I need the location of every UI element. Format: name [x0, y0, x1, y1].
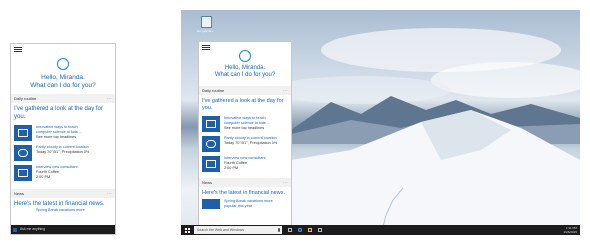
microphone-icon[interactable] — [278, 228, 280, 232]
section-daily-routine: Daily routine ... — [11, 94, 115, 103]
news-item[interactable]: Spring Break vacations more — [36, 208, 115, 213]
hamburger-icon[interactable] — [14, 47, 22, 52]
section-daily-routine: Daily routine ... — [199, 86, 291, 95]
greeting: Hello, Miranda. What can I do for you? — [199, 65, 291, 79]
list-item[interactable]: Partly cloudy in current location Today … — [11, 143, 115, 163]
look-line: I've gathered a look at the day for you. — [14, 106, 103, 120]
store-icon[interactable] — [318, 228, 322, 232]
item-line: Today 70°/51°, Precipitation 0% — [36, 150, 90, 155]
item-line: See more top headlines — [224, 126, 265, 130]
more-icon[interactable]: ... — [283, 179, 288, 184]
section-daily-label: Daily routine — [202, 88, 225, 93]
search-input[interactable]: Ask me anything — [11, 226, 115, 233]
taskbar-search[interactable]: Search the Web and Windows — [194, 226, 282, 234]
taskbar: Search the Web and Windows 1:31 PM 2/26/… — [181, 225, 580, 235]
taskbar-search-text: Search the Web and Windows — [197, 228, 245, 232]
more-icon[interactable]: ... — [283, 87, 288, 92]
search-bar[interactable]: Ask me anything — [11, 225, 115, 234]
cortana-icon — [57, 58, 69, 70]
clock-date: 2/26/2015 — [563, 230, 577, 234]
browser-icon[interactable] — [298, 228, 302, 232]
system-clock[interactable]: 1:31 PM 2/26/2015 — [564, 226, 577, 234]
list-item[interactable]: Partly cloudy in current location Today … — [199, 134, 291, 154]
news-icon — [14, 125, 32, 141]
item-line: Today 70°/51°, Precipitation 0% — [224, 140, 278, 145]
task-view-icon[interactable] — [288, 228, 292, 232]
section-news: News ... — [11, 189, 115, 198]
greeting-line-1: Hello, Miranda. — [224, 65, 266, 71]
greeting-line-1: Hello, Miranda. — [41, 74, 85, 81]
list-item[interactable]: Innovative ways to teach computer scienc… — [11, 123, 115, 143]
desktop-screenshot: Recycle Bin Hello, Miranda. What can I d… — [181, 10, 580, 235]
more-icon[interactable]: ... — [107, 95, 112, 100]
news-item: popular this year — [224, 203, 253, 208]
news-line: Here's the latest in financial news. — [202, 189, 285, 196]
weather-icon — [202, 135, 220, 152]
section-news-label: News — [14, 191, 25, 196]
list-item[interactable]: Innovative ways to teach computer scienc… — [199, 114, 291, 134]
list-item[interactable]: Spring Break vacations more popular this… — [199, 198, 291, 211]
start-button[interactable] — [185, 227, 190, 233]
greeting-line-2: What can I do for you? — [30, 81, 96, 89]
recycle-bin-icon[interactable] — [201, 16, 212, 28]
item-line: 2:00 PM — [36, 175, 51, 180]
cortana-panel-small: Hello, Miranda. What can I do for you? D… — [11, 44, 115, 234]
list-item[interactable]: Interview new consultant Fourth Coffee 2… — [199, 154, 291, 174]
weather-icon — [14, 145, 32, 161]
item-line: 2:00 PM — [224, 166, 239, 170]
cortana-icon — [239, 50, 251, 62]
cortana-panel-desktop: Hello, Miranda. What can I do for you? D… — [199, 42, 291, 225]
look-line: I've gathered a look at the day for you. — [202, 98, 284, 111]
more-icon[interactable]: ... — [107, 190, 112, 195]
greeting: Hello, Miranda. What can I do for you? — [11, 74, 115, 90]
calendar-icon — [14, 165, 32, 181]
news-icon — [202, 115, 220, 132]
cortana-header: Hello, Miranda. What can I do for you? — [11, 44, 115, 94]
news-icon — [202, 198, 220, 209]
item-line: See more top headlines — [36, 135, 77, 140]
list-item[interactable]: Interview new consultant Fourth Coffee 2… — [11, 163, 115, 183]
calendar-icon — [202, 155, 220, 172]
hamburger-icon[interactable] — [202, 45, 210, 50]
recycle-bin-label: Recycle Bin — [197, 29, 213, 33]
greeting-line-2: What can I do for you? — [214, 72, 276, 79]
section-daily-label: Daily routine — [14, 96, 37, 101]
cortana-header: Hello, Miranda. What can I do for you? — [199, 42, 291, 86]
section-news-label: News — [202, 179, 213, 185]
section-news: News ... — [199, 177, 291, 187]
file-explorer-icon[interactable] — [308, 228, 312, 232]
